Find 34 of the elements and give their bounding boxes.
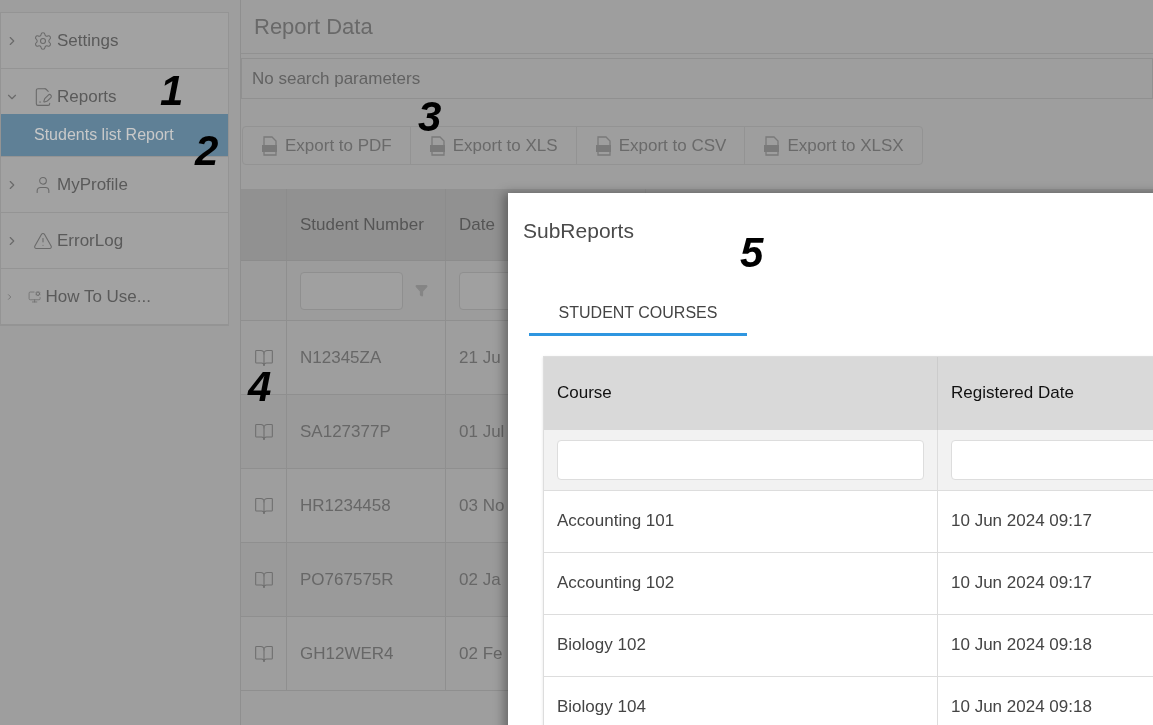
book-icon[interactable] [253, 421, 274, 442]
table-cell-text: Accounting 102 [557, 572, 675, 595]
column-header[interactable]: Student Number [287, 189, 446, 260]
file-icon [594, 135, 613, 156]
document-icon [33, 86, 53, 107]
sidebar-item[interactable]: MyProfile [1, 157, 151, 212]
annotation-number: 1 [160, 70, 184, 112]
tab[interactable]: STUDENT COURSES [529, 293, 747, 336]
table-cell-text: 10 Jun 2024 09:18 [951, 634, 1092, 657]
table-cell-text: Biology 102 [557, 634, 646, 657]
file-icon [428, 135, 447, 156]
file-icon [763, 135, 782, 156]
annotation-number: 5 [740, 232, 764, 274]
book-icon[interactable] [253, 569, 274, 590]
sidebar-item[interactable]: ErrorLog [1, 213, 151, 268]
filter-icon[interactable] [415, 284, 428, 297]
table-cell-text: 10 Jun 2024 09:17 [951, 572, 1092, 595]
search-summary: No search parameters [241, 58, 1153, 99]
table-cell-text: 10 Jun 2024 09:17 [951, 510, 1092, 533]
dialog-title: SubReports [523, 218, 634, 244]
table-cell-text: Accounting 101 [557, 510, 675, 533]
warning-icon [33, 230, 53, 251]
sidebar-item[interactable]: How To Use... [1, 269, 151, 324]
table-cell-text: 10 Jun 2024 09:18 [951, 696, 1092, 719]
book-icon[interactable] [253, 347, 274, 368]
annotation-number: 4 [248, 366, 272, 408]
table-cell-text: Biology 104 [557, 696, 646, 719]
book-icon[interactable] [253, 643, 274, 664]
book-icon[interactable] [253, 495, 274, 516]
sidebar-item[interactable]: Settings [1, 13, 151, 68]
column-header[interactable]: Course [544, 356, 938, 430]
column-header[interactable]: Registered Date [938, 356, 1153, 430]
gear-icon [33, 30, 53, 51]
file-icon [261, 135, 279, 156]
